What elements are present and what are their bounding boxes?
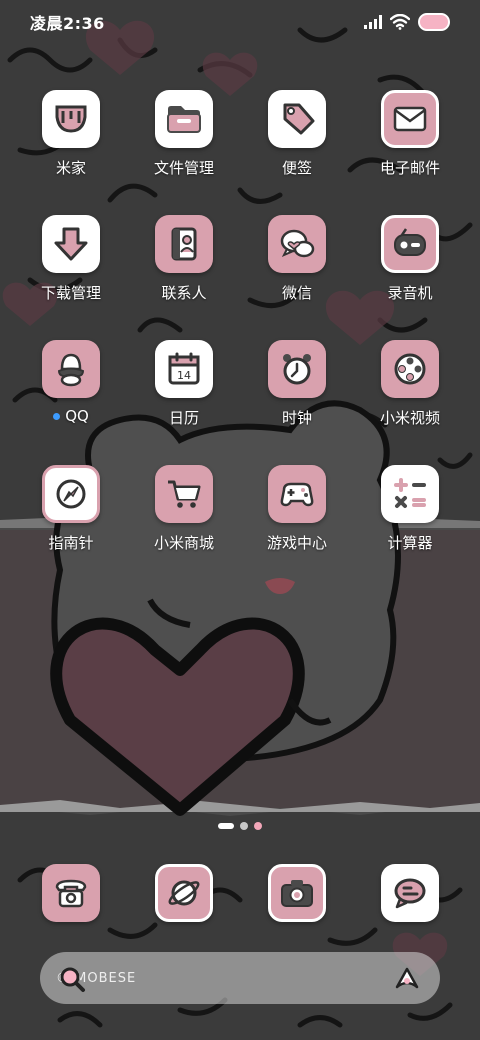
magnifier-icon[interactable] bbox=[58, 965, 86, 993]
calendar-day: 14 bbox=[177, 369, 191, 382]
app-label: 便签 bbox=[281, 159, 312, 177]
bone-icon bbox=[218, 823, 234, 829]
status-icons bbox=[364, 13, 450, 31]
app-label: 电子邮件 bbox=[379, 159, 440, 177]
app-calculator[interactable]: 计算器 bbox=[358, 465, 462, 553]
app-label: 下载管理 bbox=[40, 284, 101, 302]
message-bubble-icon bbox=[394, 878, 426, 909]
dock-camera[interactable] bbox=[268, 864, 326, 922]
app-recorder[interactable]: 录音机 bbox=[358, 215, 462, 303]
status-bar: 凌晨2:36 bbox=[0, 0, 480, 44]
camera-icon bbox=[281, 880, 313, 907]
app-calendar[interactable]: 14 日历 bbox=[132, 340, 236, 428]
app-label: 微信 bbox=[281, 284, 312, 302]
planet-icon bbox=[168, 880, 200, 906]
paw-icon bbox=[254, 822, 262, 830]
film-reel-icon bbox=[381, 340, 439, 398]
download-arrow-icon bbox=[42, 215, 100, 273]
penguin-icon bbox=[42, 340, 100, 398]
mijia-icon bbox=[42, 90, 100, 148]
app-label: 日历 bbox=[168, 409, 199, 427]
ai-assistant-icon[interactable] bbox=[394, 966, 420, 990]
phone-icon bbox=[55, 879, 87, 908]
app-mall[interactable]: 小米商城 bbox=[132, 465, 236, 553]
app-games[interactable]: 游戏中心 bbox=[245, 465, 349, 553]
app-label: 小米视频 bbox=[379, 409, 440, 427]
app-label: 小米商城 bbox=[153, 534, 214, 552]
app-label: QQ bbox=[53, 407, 89, 425]
signal-icon bbox=[364, 15, 382, 29]
folder-icon bbox=[155, 90, 213, 148]
status-time: 凌晨2:36 bbox=[30, 14, 105, 33]
alarm-clock-icon bbox=[268, 340, 326, 398]
compass-icon bbox=[42, 465, 100, 523]
app-clock[interactable]: 时钟 bbox=[245, 340, 349, 428]
app-mijia[interactable]: 米家 bbox=[19, 90, 123, 178]
gamepad-icon bbox=[268, 465, 326, 523]
tag-icon bbox=[268, 90, 326, 148]
app-qq[interactable]: QQ bbox=[19, 340, 123, 425]
wifi-icon bbox=[390, 14, 410, 30]
app-label: 米家 bbox=[55, 159, 86, 177]
app-label: 时钟 bbox=[281, 409, 312, 427]
calendar-icon: 14 bbox=[155, 340, 213, 398]
app-label: 指南针 bbox=[48, 534, 94, 552]
app-compass[interactable]: 指南针 bbox=[19, 465, 123, 553]
chat-heart-icon bbox=[268, 215, 326, 273]
app-wechat[interactable]: 微信 bbox=[245, 215, 349, 303]
page-indicator[interactable] bbox=[0, 822, 480, 830]
contacts-book-icon bbox=[155, 215, 213, 273]
app-downloads[interactable]: 下载管理 bbox=[19, 215, 123, 303]
app-label: 联系人 bbox=[161, 284, 207, 302]
shopping-cart-icon bbox=[155, 465, 213, 523]
app-label-text: QQ bbox=[65, 407, 89, 425]
app-label: 录音机 bbox=[387, 284, 433, 302]
recorder-icon bbox=[381, 215, 439, 273]
calculator-icon bbox=[381, 465, 439, 523]
dock-phone[interactable] bbox=[42, 864, 100, 922]
dock-messages[interactable] bbox=[381, 864, 439, 922]
app-label: 游戏中心 bbox=[266, 534, 327, 552]
battery-icon bbox=[418, 13, 450, 31]
envelope-icon bbox=[381, 90, 439, 148]
notification-dot bbox=[53, 412, 61, 420]
dock-browser[interactable] bbox=[155, 864, 213, 922]
app-mivideo[interactable]: 小米视频 bbox=[358, 340, 462, 428]
app-label: 计算器 bbox=[387, 534, 433, 552]
search-bar[interactable]: © MOBESE bbox=[40, 952, 440, 1004]
paw-icon bbox=[240, 822, 248, 830]
app-files[interactable]: 文件管理 bbox=[132, 90, 236, 178]
app-contacts[interactable]: 联系人 bbox=[132, 215, 236, 303]
app-notes[interactable]: 便签 bbox=[245, 90, 349, 178]
app-email[interactable]: 电子邮件 bbox=[358, 90, 462, 178]
app-label: 文件管理 bbox=[153, 159, 214, 177]
